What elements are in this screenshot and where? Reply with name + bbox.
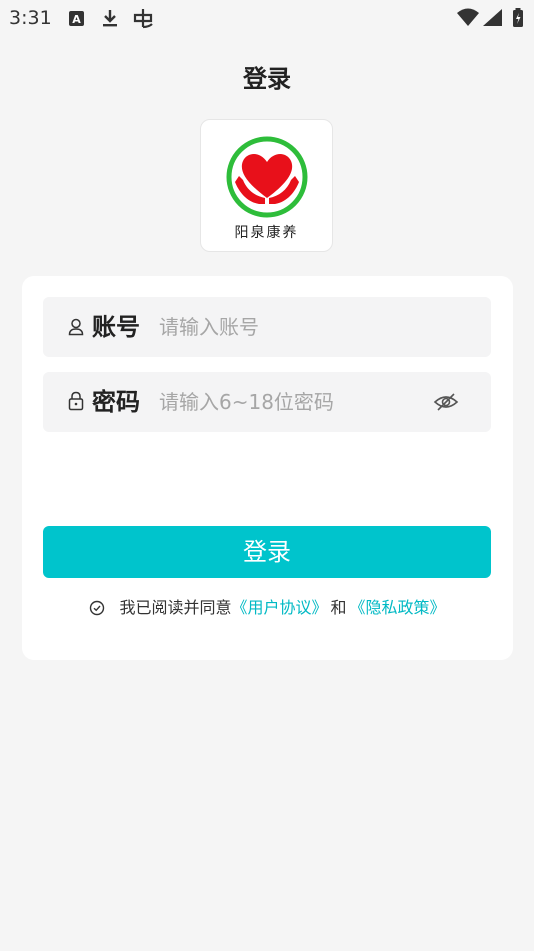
battery-charging-icon bbox=[513, 8, 523, 27]
password-label: 密码 bbox=[92, 388, 140, 416]
notification-a-icon: A bbox=[69, 11, 84, 26]
agree-checkbox-icon[interactable] bbox=[89, 600, 105, 616]
user-agreement-link[interactable]: 《用户协议》 bbox=[231, 598, 327, 617]
wifi-icon bbox=[457, 8, 479, 26]
status-bar: 3:31 A bbox=[0, 0, 534, 38]
status-time: 3:31 bbox=[9, 7, 52, 29]
bug-icon bbox=[133, 9, 153, 29]
download-icon bbox=[103, 10, 117, 27]
account-field: 账号 bbox=[43, 297, 491, 357]
agreement-conjunction: 和 bbox=[330, 598, 347, 617]
password-field: 密码 bbox=[43, 372, 491, 432]
heart-in-hands-logo bbox=[226, 136, 308, 218]
password-input[interactable] bbox=[159, 386, 419, 418]
app-logo-text: 阳泉康养 bbox=[234, 225, 299, 241]
account-input[interactable] bbox=[159, 311, 419, 343]
agreement-row: 我已阅读并同意《用户协议》和《隐私政策》 bbox=[22, 596, 513, 620]
login-button[interactable]: 登录 bbox=[43, 526, 491, 578]
user-icon bbox=[68, 318, 84, 336]
eye-off-icon[interactable] bbox=[433, 390, 459, 414]
agreement-prefix: 我已阅读并同意 bbox=[119, 598, 232, 617]
cell-signal-icon bbox=[483, 9, 502, 26]
lock-icon bbox=[68, 391, 84, 411]
account-label: 账号 bbox=[92, 313, 140, 341]
login-screen: 3:31 A 登录 阳泉康养 账号 请输入账号 密码 登录 我已阅读并同意《用户… bbox=[0, 0, 534, 951]
login-form-card: 账号 密码 登录 我已阅读并同意《用户协议》和《隐私政策》 bbox=[22, 276, 513, 660]
page-title: 登录 bbox=[243, 65, 291, 93]
app-logo-card: 阳泉康养 bbox=[200, 119, 333, 252]
svg-text:A: A bbox=[72, 13, 81, 26]
privacy-policy-link[interactable]: 《隐私政策》 bbox=[350, 598, 446, 617]
